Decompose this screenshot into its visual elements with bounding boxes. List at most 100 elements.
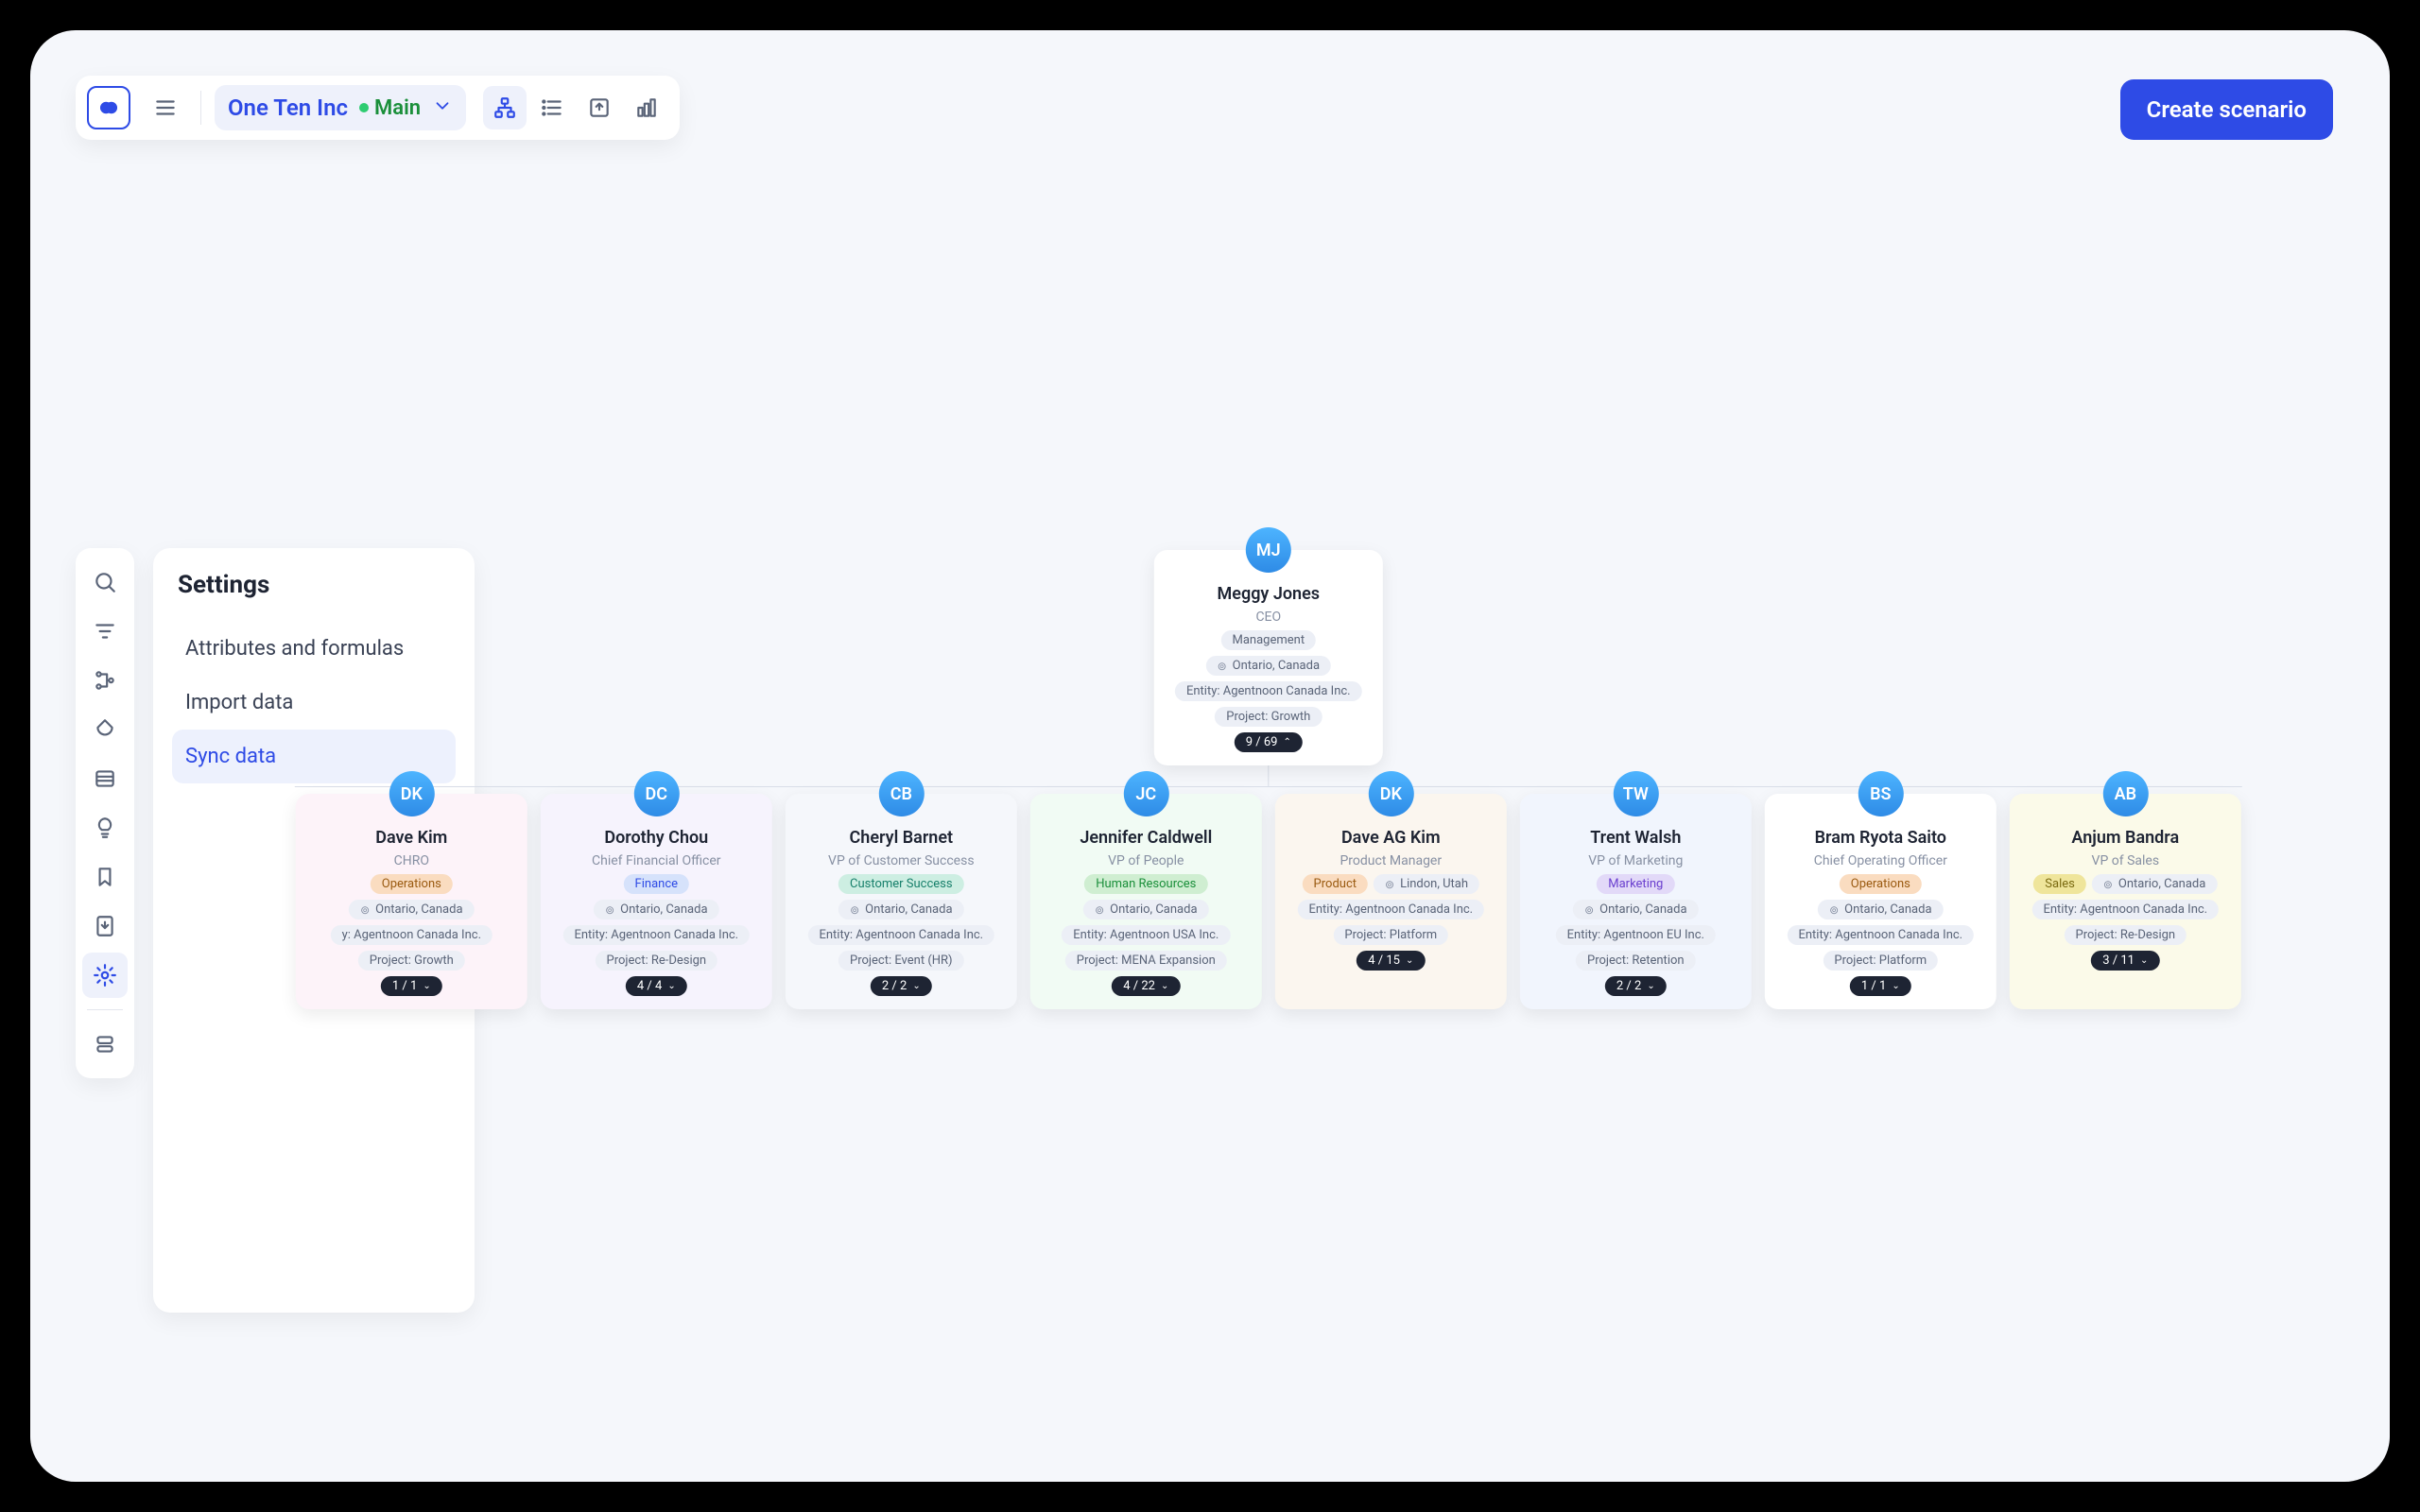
project-pill: Project: Re-Design bbox=[2064, 925, 2187, 945]
count-pill[interactable]: 4 / 15 bbox=[1357, 951, 1425, 971]
entity-pill: Entity: Agentnoon EU Inc. bbox=[1556, 925, 1716, 945]
dept-pill: Operations bbox=[1840, 874, 1922, 894]
project-pill: Project: Growth bbox=[1215, 707, 1322, 727]
collapse-icon[interactable] bbox=[82, 1022, 128, 1067]
count-pill[interactable]: 1 / 1 bbox=[381, 976, 442, 996]
entity-pill: Entity: Agentnoon Canada Inc. bbox=[807, 925, 994, 945]
entity-pill: Entity: Agentnoon Canada Inc. bbox=[2031, 900, 2219, 919]
org-node[interactable]: JCJennifer CaldwellVP of PeopleHuman Res… bbox=[1030, 794, 1262, 1009]
view-list-button[interactable] bbox=[530, 86, 574, 129]
avatar: TW bbox=[1613, 771, 1658, 816]
avatar: BS bbox=[1858, 771, 1903, 816]
view-analytics-button[interactable] bbox=[625, 86, 668, 129]
app-logo[interactable] bbox=[87, 86, 130, 129]
person-title: VP of Marketing bbox=[1588, 853, 1683, 868]
tree-config-icon[interactable] bbox=[82, 658, 128, 703]
dept-pill: Management bbox=[1221, 630, 1317, 650]
person-title: VP of People bbox=[1108, 853, 1184, 868]
left-rail bbox=[76, 548, 134, 1078]
theme-icon[interactable] bbox=[82, 707, 128, 752]
dept-pill: Customer Success bbox=[838, 874, 964, 894]
dept-pill: Marketing bbox=[1597, 874, 1674, 894]
project-pill: Project: Growth bbox=[358, 951, 465, 971]
dept-pill: Sales bbox=[2033, 874, 2086, 894]
avatar: DC bbox=[633, 771, 679, 816]
search-icon[interactable] bbox=[82, 559, 128, 605]
entity-pill: Entity: Agentnoon Canada Inc. bbox=[562, 925, 750, 945]
view-orgchart-button[interactable] bbox=[483, 86, 527, 129]
branch-chip: Main bbox=[359, 96, 421, 120]
entity-pill: Entity: Agentnoon Canada Inc. bbox=[1175, 681, 1362, 701]
org-node[interactable]: CBCheryl BarnetVP of Customer SuccessCus… bbox=[786, 794, 1017, 1009]
count-pill[interactable]: 1 / 1 bbox=[1850, 976, 1911, 996]
org-node-root[interactable]: MJ Meggy Jones CEO Management Ontario, C… bbox=[1154, 550, 1383, 765]
person-name: Dave Kim bbox=[375, 828, 447, 848]
toolbar-separator bbox=[200, 91, 201, 125]
chevron-down-icon bbox=[432, 95, 453, 120]
top-toolbar: One Ten Inc Main bbox=[76, 76, 680, 140]
count-pill[interactable]: 4 / 22 bbox=[1112, 976, 1180, 996]
person-name: Dave AG Kim bbox=[1341, 828, 1441, 848]
project-pill: Project: Re-Design bbox=[595, 951, 717, 971]
filter-icon[interactable] bbox=[82, 609, 128, 654]
location-pill: Ontario, Canada bbox=[1818, 900, 1943, 919]
location-pill: Lindon, Utah bbox=[1374, 874, 1479, 894]
entity-pill: Entity: Agentnoon Canada Inc. bbox=[1297, 900, 1484, 919]
org-node[interactable]: TWTrent WalshVP of MarketingMarketingOnt… bbox=[1520, 794, 1752, 1009]
count-pill[interactable]: 3 / 11 bbox=[2091, 951, 2159, 971]
project-pill: Project: Platform bbox=[1823, 951, 1938, 971]
org-node[interactable]: BSBram Ryota SaitoChief Operating Office… bbox=[1765, 794, 1996, 1009]
location-pill: Ontario, Canada bbox=[349, 900, 474, 919]
org-chart: MJ Meggy Jones CEO Management Ontario, C… bbox=[295, 550, 2242, 1009]
location-pill: Ontario, Canada bbox=[2092, 874, 2217, 894]
location-pill: Ontario, Canada bbox=[1573, 900, 1698, 919]
avatar: JC bbox=[1123, 771, 1168, 816]
person-title: Chief Financial Officer bbox=[592, 853, 721, 868]
org-node[interactable]: DCDorothy ChouChief Financial OfficerFin… bbox=[541, 794, 772, 1009]
branch-label: Main bbox=[374, 96, 421, 120]
count-pill[interactable]: 9 / 69 bbox=[1235, 732, 1303, 752]
view-export-button[interactable] bbox=[578, 86, 621, 129]
project-pill: Project: Platform bbox=[1333, 925, 1448, 945]
org-selector[interactable]: One Ten Inc Main bbox=[215, 85, 466, 130]
avatar: DK bbox=[1368, 771, 1413, 816]
rail-separator bbox=[87, 1009, 122, 1010]
dept-pill: Operations bbox=[371, 874, 453, 894]
count-pill[interactable]: 4 / 4 bbox=[626, 976, 687, 996]
badge-row: Sales Ontario, Canada bbox=[2033, 874, 2217, 894]
location-pill: Ontario, Canada bbox=[838, 900, 963, 919]
settings-icon[interactable] bbox=[82, 953, 128, 998]
org-node[interactable]: DKDave KimCHROOperationsOntario, Canaday… bbox=[296, 794, 527, 1009]
person-name: Cheryl Barnet bbox=[850, 828, 954, 848]
avatar: MJ bbox=[1246, 527, 1291, 573]
entity-pill: Entity: Agentnoon Canada Inc. bbox=[1787, 925, 1974, 945]
create-scenario-button[interactable]: Create scenario bbox=[2120, 79, 2333, 140]
count-pill[interactable]: 2 / 2 bbox=[1605, 976, 1667, 996]
download-icon[interactable] bbox=[82, 903, 128, 949]
location-pill: Ontario, Canada bbox=[594, 900, 718, 919]
location-pill: Ontario, Canada bbox=[1083, 900, 1208, 919]
project-pill: Project: MENA Expansion bbox=[1065, 951, 1227, 971]
status-dot-icon bbox=[359, 103, 369, 112]
insights-icon[interactable] bbox=[82, 805, 128, 850]
dept-pill: Human Resources bbox=[1084, 874, 1207, 894]
person-name: Trent Walsh bbox=[1590, 828, 1681, 848]
person-title: CEO bbox=[1255, 610, 1281, 625]
org-node[interactable]: ABAnjum BandraVP of SalesSalesOntario, C… bbox=[2010, 794, 2241, 1009]
person-name: Meggy Jones bbox=[1218, 584, 1321, 604]
location-pill: Ontario, Canada bbox=[1206, 656, 1331, 676]
connector-line bbox=[295, 786, 2242, 787]
person-title: Product Manager bbox=[1340, 853, 1442, 868]
avatar: CB bbox=[878, 771, 924, 816]
avatar: AB bbox=[2102, 771, 2148, 816]
dept-pill: Product bbox=[1303, 874, 1368, 894]
table-icon[interactable] bbox=[82, 756, 128, 801]
person-title: VP of Sales bbox=[2092, 853, 2160, 868]
bookmark-icon[interactable] bbox=[82, 854, 128, 900]
person-name: Bram Ryota Saito bbox=[1815, 828, 1946, 848]
menu-icon[interactable] bbox=[144, 86, 187, 129]
org-node[interactable]: DKDave AG KimProduct ManagerProductLindo… bbox=[1275, 794, 1507, 1009]
badge-row: Product Lindon, Utah bbox=[1303, 874, 1479, 894]
dept-pill: Finance bbox=[624, 874, 689, 894]
count-pill[interactable]: 2 / 2 bbox=[871, 976, 932, 996]
